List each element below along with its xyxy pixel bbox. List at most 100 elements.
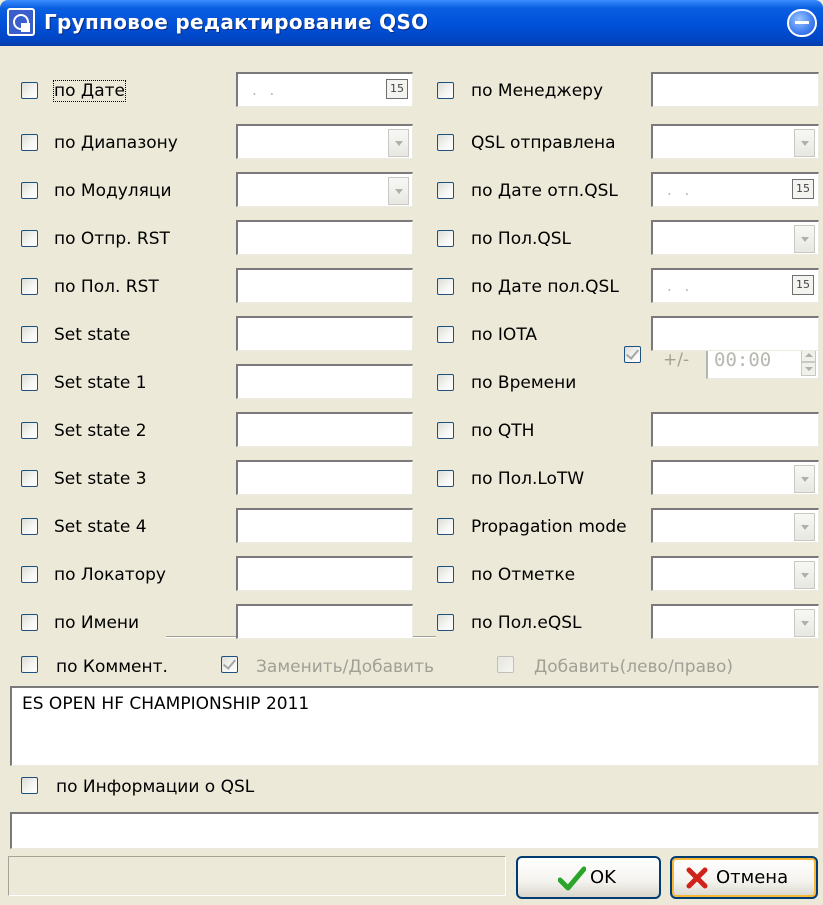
right-7-text-input[interactable] xyxy=(651,412,819,447)
left-8-label: Set state 3 xyxy=(54,469,147,489)
status-panel xyxy=(8,856,506,896)
left-5-checkbox[interactable] xyxy=(21,326,38,343)
right-6-checkbox[interactable] xyxy=(437,374,454,391)
left-9-checkbox[interactable] xyxy=(21,518,38,535)
left-4-checkbox[interactable] xyxy=(21,278,38,295)
time-plusminus-label: +/- xyxy=(663,350,690,370)
left-4-text-input[interactable] xyxy=(236,268,413,303)
left-5-text-input[interactable] xyxy=(236,316,413,351)
chevron-down-icon[interactable] xyxy=(794,225,815,253)
left-11-checkbox[interactable] xyxy=(21,614,38,631)
left-8-checkbox[interactable] xyxy=(21,470,38,487)
right-8-checkbox[interactable] xyxy=(437,470,454,487)
chevron-down-icon[interactable] xyxy=(388,129,409,157)
right-3-label: по Пол.QSL xyxy=(471,229,572,249)
left-6-text-input[interactable] xyxy=(236,364,413,399)
checkmark-icon xyxy=(558,866,586,891)
left-8-text-input[interactable] xyxy=(236,460,413,495)
chevron-down-icon[interactable] xyxy=(388,177,409,205)
comment-checkbox[interactable] xyxy=(21,656,38,673)
left-3-checkbox[interactable] xyxy=(21,230,38,247)
time-value: 00:00 xyxy=(714,349,772,371)
left-10-checkbox[interactable] xyxy=(21,566,38,583)
chevron-down-icon[interactable] xyxy=(794,513,815,541)
spinner-down-icon[interactable] xyxy=(801,362,816,376)
qsl-info-checkbox[interactable] xyxy=(21,777,38,794)
right-9-checkbox[interactable] xyxy=(437,518,454,535)
right-8-label: по Пол.LoTW xyxy=(471,469,585,489)
right-3-checkbox[interactable] xyxy=(437,230,454,247)
right-0-label: по Менеджеру xyxy=(471,81,603,101)
right-9-label: Propagation mode xyxy=(471,517,627,537)
right-3-combo-input[interactable] xyxy=(651,220,819,255)
left-7-label: Set state 2 xyxy=(54,421,147,441)
chevron-down-icon[interactable] xyxy=(794,465,815,493)
left-2-checkbox[interactable] xyxy=(21,182,38,199)
calendar-icon[interactable]: 15 xyxy=(792,275,814,295)
right-8-combo-input[interactable] xyxy=(651,460,819,495)
comment-textarea[interactable]: ES OPEN HF CHAMPIONSHIP 2011 xyxy=(10,686,819,766)
left-7-checkbox[interactable] xyxy=(21,422,38,439)
right-11-checkbox[interactable] xyxy=(437,614,454,631)
right-1-label: QSL отправлена xyxy=(471,133,616,153)
right-2-label: по Дате отп.QSL xyxy=(471,181,618,201)
left-11-text-input[interactable] xyxy=(236,604,413,639)
left-0-checkbox[interactable] xyxy=(21,82,38,99)
right-1-combo-input[interactable] xyxy=(651,124,819,159)
right-6-label: по Времени xyxy=(471,373,577,393)
date-placeholder: . . xyxy=(252,81,279,99)
right-2-checkbox[interactable] xyxy=(437,182,454,199)
left-1-combo-input[interactable] xyxy=(236,124,413,159)
right-0-text-input[interactable] xyxy=(651,72,819,107)
group-edit-qso-dialog: Групповое редактирование QSO +/- 00:00 п… xyxy=(0,0,823,905)
left-4-label: по Пол. RST xyxy=(54,277,159,297)
chevron-down-icon[interactable] xyxy=(794,129,815,157)
time-plusminus-checkbox[interactable] xyxy=(624,346,641,363)
right-10-combo-input[interactable] xyxy=(651,556,819,591)
title-bar[interactable]: Групповое редактирование QSO xyxy=(0,0,823,46)
right-11-label: по Пол.eQSL xyxy=(471,613,582,633)
right-7-label: по QTH xyxy=(471,421,535,441)
left-2-combo-input[interactable] xyxy=(236,172,413,207)
right-5-label: по IOTA xyxy=(471,325,538,345)
left-0-date-input[interactable]: . . 15 xyxy=(236,72,413,107)
ok-button[interactable]: OK xyxy=(516,856,661,899)
left-6-label: Set state 1 xyxy=(54,373,147,393)
left-3-label: по Отпр. RST xyxy=(54,229,170,249)
calendar-icon[interactable]: 15 xyxy=(792,179,814,199)
right-0-checkbox[interactable] xyxy=(437,82,454,99)
date-placeholder: . . xyxy=(667,277,694,295)
right-11-combo-input[interactable] xyxy=(651,604,819,639)
right-5-checkbox[interactable] xyxy=(437,326,454,343)
right-9-combo-input[interactable] xyxy=(651,508,819,543)
chevron-down-icon[interactable] xyxy=(794,609,815,637)
left-10-text-input[interactable] xyxy=(236,556,413,591)
right-7-checkbox[interactable] xyxy=(437,422,454,439)
right-4-checkbox[interactable] xyxy=(437,278,454,295)
right-10-checkbox[interactable] xyxy=(437,566,454,583)
add-side-label: Добавить(лево/право) xyxy=(534,657,734,677)
cancel-button[interactable]: Отмена xyxy=(670,856,818,899)
date-placeholder: . . xyxy=(667,181,694,199)
window-rollup-button[interactable] xyxy=(787,9,817,37)
replace-add-checkbox[interactable] xyxy=(221,656,238,673)
comment-label: по Коммент. xyxy=(56,657,168,677)
right-2-date-input[interactable]: . . 15 xyxy=(651,172,819,207)
left-2-label: по Модуляци xyxy=(54,181,172,201)
add-side-checkbox[interactable] xyxy=(497,656,514,673)
left-9-label: Set state 4 xyxy=(54,517,147,537)
right-4-label: по Дате пол.QSL xyxy=(471,277,619,297)
left-1-checkbox[interactable] xyxy=(21,134,38,151)
chevron-down-icon[interactable] xyxy=(794,561,815,589)
right-4-date-input[interactable]: . . 15 xyxy=(651,268,819,303)
right-1-checkbox[interactable] xyxy=(437,134,454,151)
qsl-info-input[interactable] xyxy=(10,812,819,849)
left-7-text-input[interactable] xyxy=(236,412,413,447)
left-9-text-input[interactable] xyxy=(236,508,413,543)
qsl-info-label: по Информации о QSL xyxy=(56,777,255,797)
left-6-checkbox[interactable] xyxy=(21,374,38,391)
right-5-text-input[interactable] xyxy=(651,316,819,351)
left-3-text-input[interactable] xyxy=(236,220,413,255)
replace-add-label: Заменить/Добавить xyxy=(256,657,434,677)
calendar-icon[interactable]: 15 xyxy=(386,79,408,99)
